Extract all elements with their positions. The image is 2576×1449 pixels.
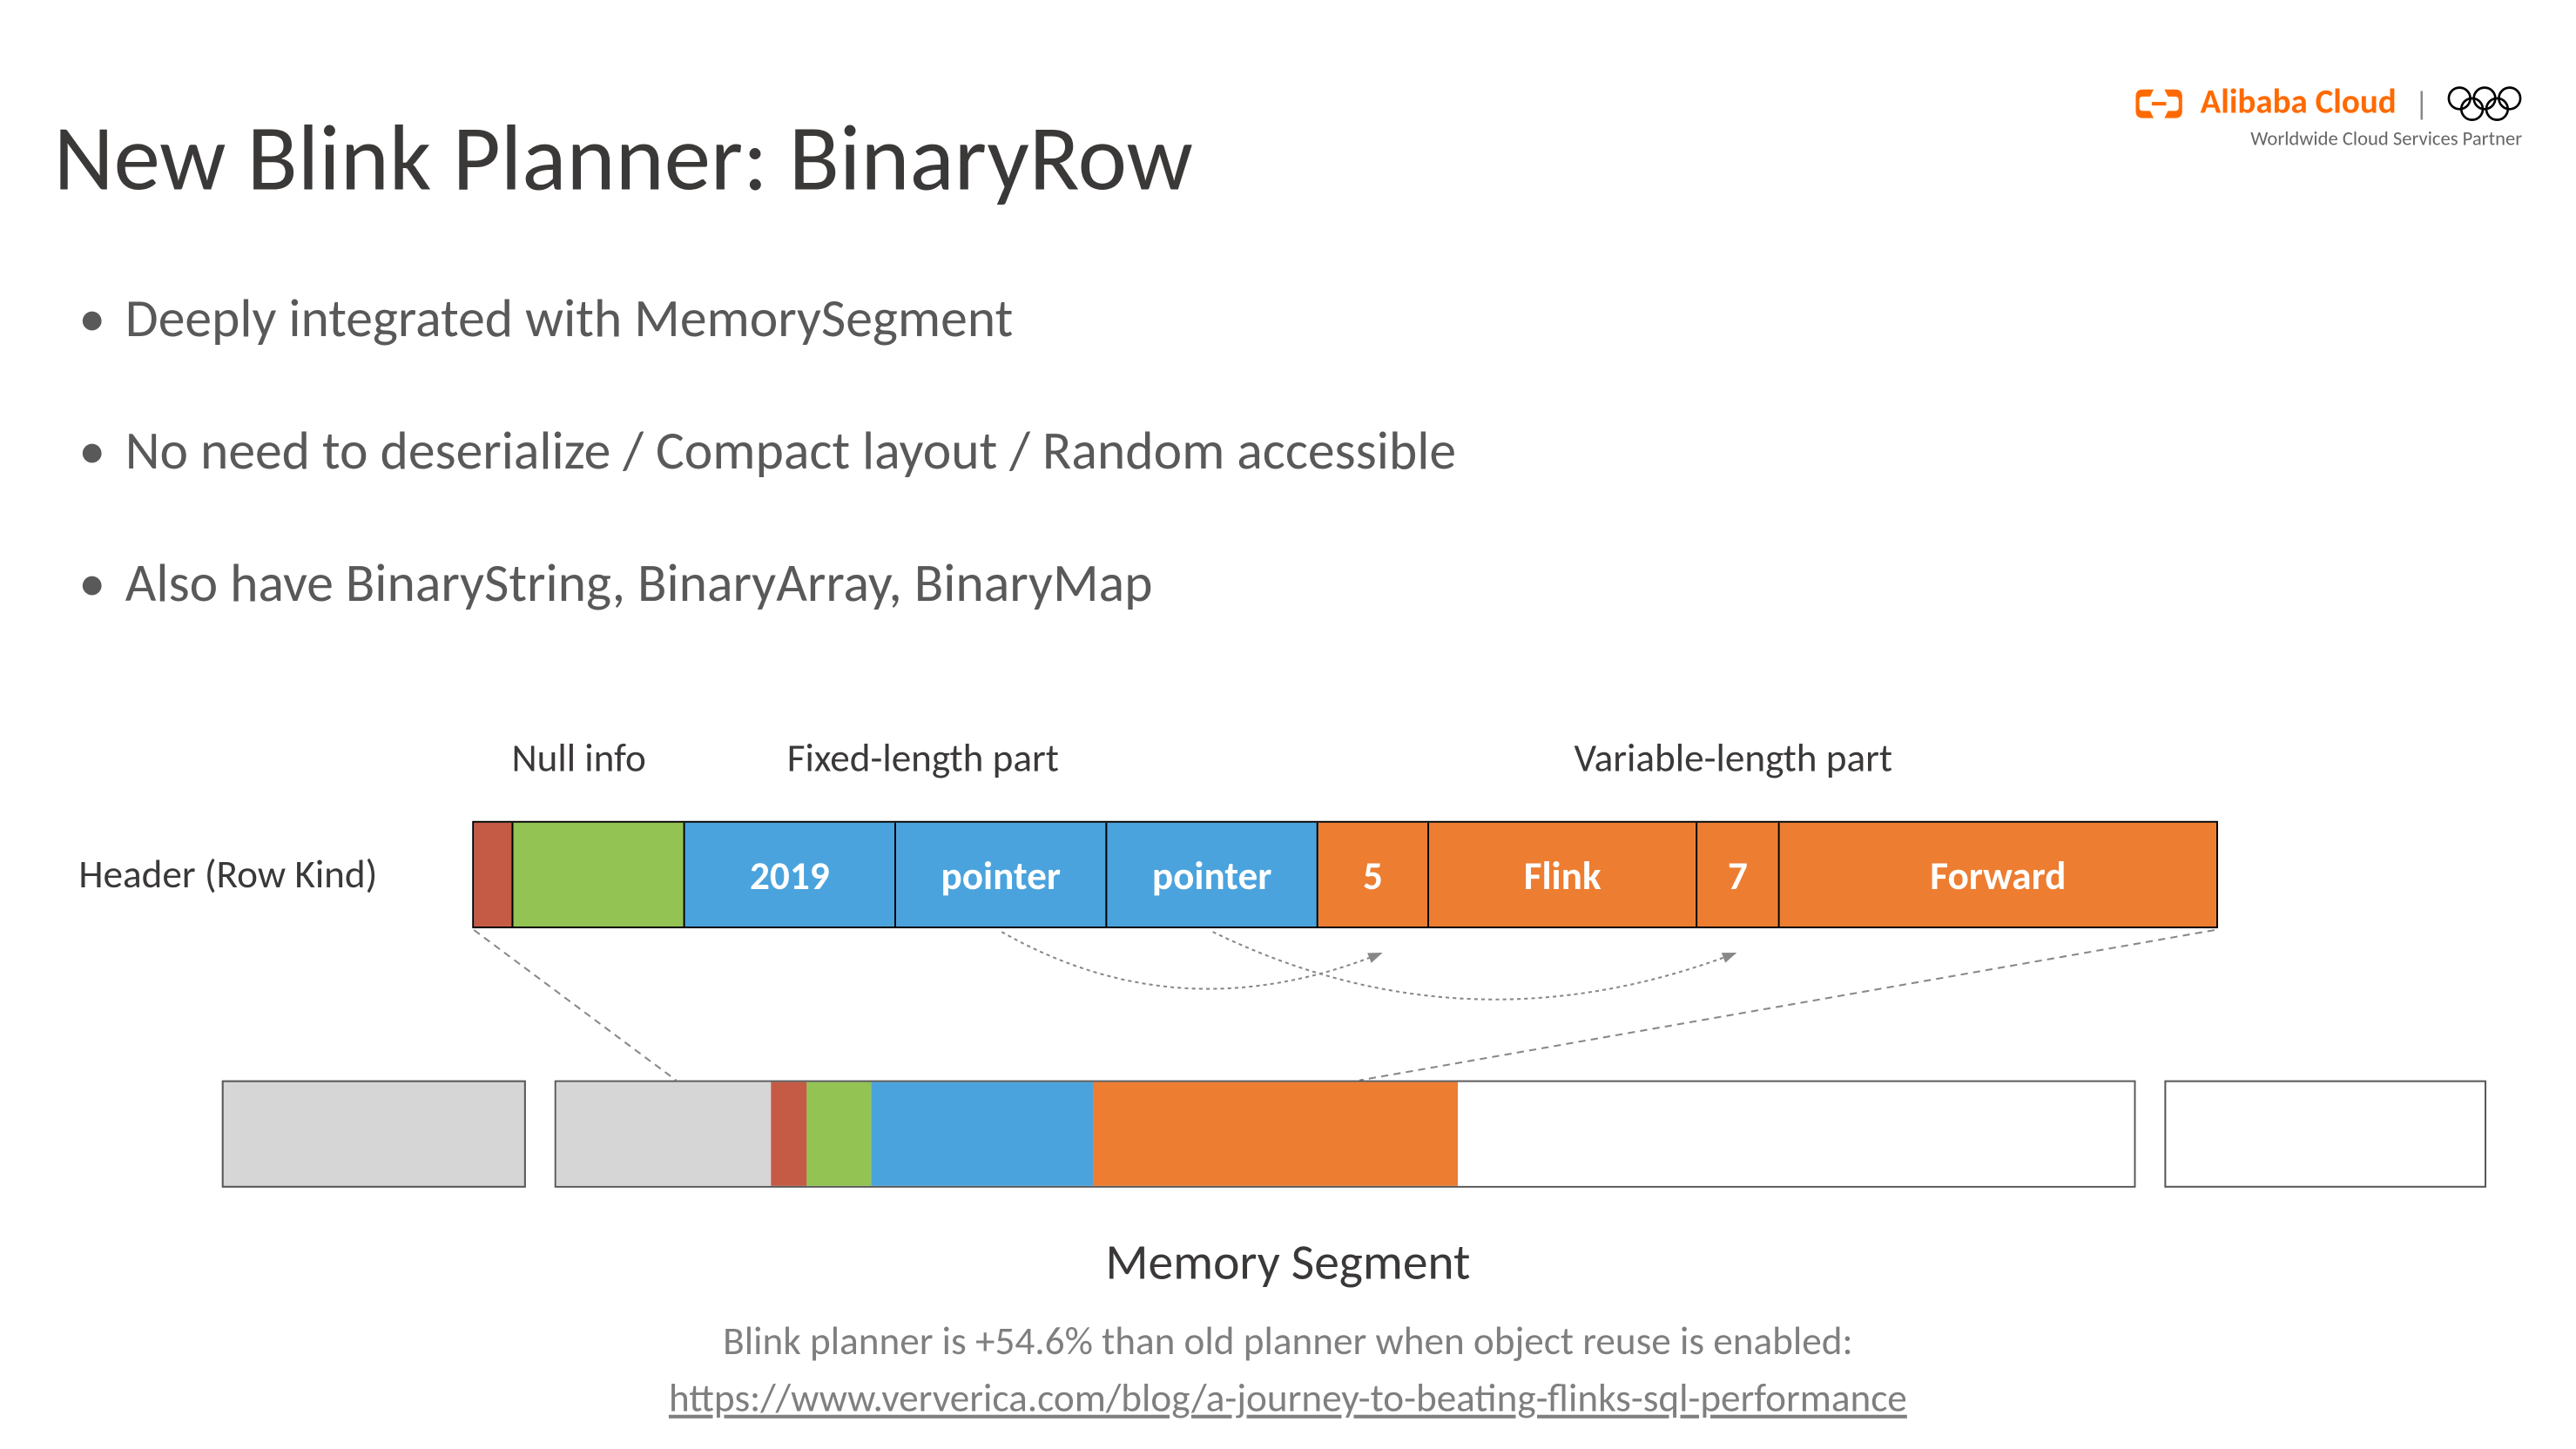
logo-top: Alibaba Cloud | <box>2136 82 2523 123</box>
binary-row-bar: 2019 pointer pointer 5 Flink 7 Forward <box>472 821 2218 928</box>
cell-len-2: 7 <box>1697 823 1779 927</box>
mem-pad <box>556 1082 771 1186</box>
label-variable-part: Variable-length part <box>1575 733 1893 781</box>
label-fixed-part: Fixed-length part <box>787 733 1059 781</box>
cell-str-2: Forward <box>1780 823 2216 927</box>
mem-null <box>806 1082 871 1186</box>
memory-segment-bar <box>222 1081 2486 1188</box>
olympic-rings-icon <box>2447 84 2522 123</box>
mem-var <box>1093 1082 1458 1186</box>
mem-fixed <box>871 1082 1093 1186</box>
bullet-item: Also have BinaryString, BinaryArray, Bin… <box>71 551 2504 617</box>
bullet-item: Deeply integrated with MemorySegment <box>71 286 2504 353</box>
divider: | <box>2414 84 2429 123</box>
label-header: Header (Row Kind) <box>78 850 377 898</box>
memory-segment-label: Memory Segment <box>0 1230 2576 1293</box>
mem-block-next <box>2164 1081 2486 1188</box>
logo-area: Alibaba Cloud | Worldwide Cloud Services… <box>2136 82 2523 150</box>
bullet-list: Deeply integrated with MemorySegment No … <box>71 286 2504 684</box>
footer-text: Blink planner is +54.6% than old planner… <box>0 1317 2576 1365</box>
footer-link: https://www.ververica.com/blog/a-journey… <box>0 1373 2576 1421</box>
cell-header <box>474 823 513 927</box>
alibaba-icon <box>2136 85 2182 121</box>
mem-header <box>771 1082 806 1186</box>
mem-block-prev <box>222 1081 526 1188</box>
slide-title: New Blink Planner: BinaryRow <box>54 100 1193 214</box>
cell-len-1: 5 <box>1318 823 1429 927</box>
cell-year: 2019 <box>685 823 896 927</box>
label-null-info: Null info <box>511 733 645 781</box>
mem-free <box>1458 1082 2134 1186</box>
cell-pointer-2: pointer <box>1107 823 1318 927</box>
cell-str-1: Flink <box>1429 823 1697 927</box>
slide: Alibaba Cloud | Worldwide Cloud Services… <box>0 0 2576 1449</box>
mem-block-main <box>555 1081 2136 1188</box>
cell-pointer-1: pointer <box>896 823 1107 927</box>
bullet-item: No need to deserialize / Compact layout … <box>71 419 2504 485</box>
brand-subtitle: Worldwide Cloud Services Partner <box>2250 127 2522 151</box>
brand-name: Alibaba Cloud <box>2201 82 2397 123</box>
cell-null-info <box>513 823 684 927</box>
